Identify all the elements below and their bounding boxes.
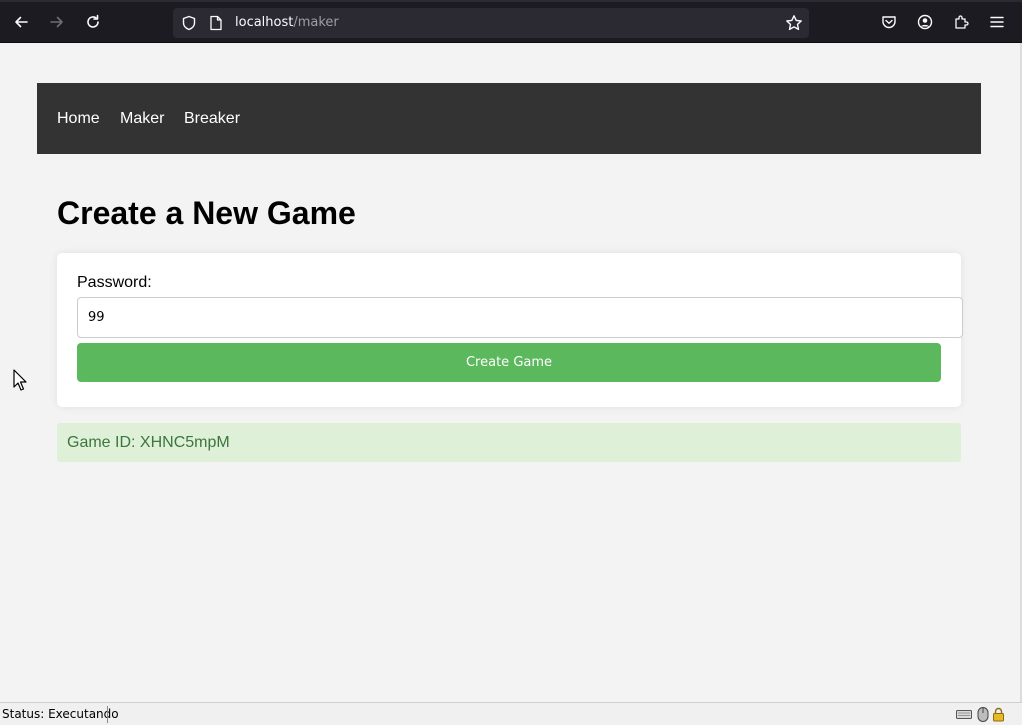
create-game-button[interactable]: Create Game xyxy=(77,343,941,382)
password-input[interactable] xyxy=(77,297,963,338)
url-bar[interactable]: localhost/maker xyxy=(173,8,809,38)
url-path: /maker xyxy=(293,15,339,30)
nav-link-maker[interactable]: Maker xyxy=(120,110,164,128)
extensions-icon[interactable] xyxy=(948,9,974,35)
page-icon[interactable] xyxy=(209,15,223,31)
mouse-icon[interactable] xyxy=(977,707,989,722)
bookmark-star-icon[interactable] xyxy=(785,14,803,32)
url-host: localhost xyxy=(235,15,294,30)
account-icon[interactable] xyxy=(912,9,938,35)
status-bar: Status: Executando xyxy=(0,702,1022,725)
url-text[interactable]: localhost/maker xyxy=(235,15,339,31)
pocket-icon[interactable] xyxy=(876,9,902,35)
mouse-cursor-icon xyxy=(13,369,27,391)
menu-icon[interactable] xyxy=(984,9,1010,35)
lock-icon[interactable] xyxy=(992,707,1005,722)
nav-link-home[interactable]: Home xyxy=(57,110,100,128)
create-game-form: Password: Create Game xyxy=(57,253,963,407)
game-id-text: Game ID: XHNC5mpM xyxy=(67,434,230,451)
browser-toolbar: localhost/maker xyxy=(0,0,1022,43)
keyboard-icon[interactable] xyxy=(956,707,972,722)
forward-icon[interactable] xyxy=(44,9,70,35)
game-id-alert: Game ID: XHNC5mpM xyxy=(57,423,961,462)
password-label: Password: xyxy=(77,274,152,291)
status-text: Status: Executando xyxy=(2,707,119,721)
page-title: Create a New Game xyxy=(57,195,356,231)
reload-icon[interactable] xyxy=(80,9,106,35)
site-navbar: Home Maker Breaker xyxy=(37,83,981,154)
status-separator xyxy=(107,706,108,723)
shield-icon[interactable] xyxy=(181,15,197,31)
nav-link-breaker[interactable]: Breaker xyxy=(184,110,240,128)
back-icon[interactable] xyxy=(8,9,34,35)
